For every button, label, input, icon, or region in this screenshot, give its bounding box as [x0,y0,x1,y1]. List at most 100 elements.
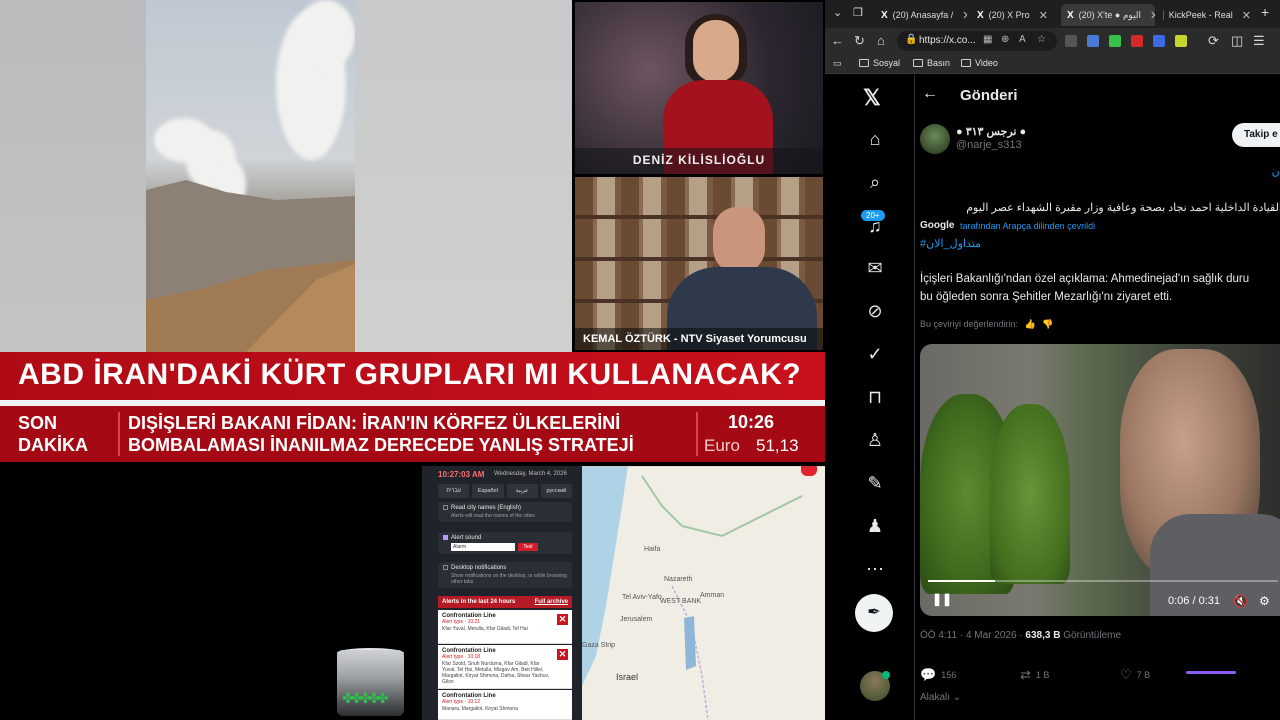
author-avatar[interactable] [920,124,950,154]
tab-anasayfa[interactable]: X (20) Anasayfa / ✕ [875,4,967,26]
grok-icon[interactable]: ⊘ [863,301,887,321]
settings-gear-icon[interactable]: ⚙ [1259,594,1270,608]
alert-sound-select[interactable]: Alarm [451,543,515,552]
compose-post-button[interactable]: ✒ [855,594,893,632]
close-icon[interactable]: ✕ [1150,9,1155,22]
checkbox-icon[interactable] [443,565,448,570]
extension-icon[interactable] [1109,35,1121,47]
post-video[interactable]: ❚❚ 0:06 / 0:31 🔇 ⚙ [920,344,1280,616]
split-screen-icon[interactable]: ◫ [1231,33,1243,49]
guest-name: KEMAL ÖZTÜRK - NTV Siyaset Yorumcusu [575,328,823,350]
extension-icon[interactable] [1087,35,1099,47]
lang-russian[interactable]: русский [540,484,572,498]
video-progress-bar[interactable] [928,580,1278,582]
close-icon[interactable]: ✕ [1242,9,1251,22]
read-aloud-icon[interactable]: A [1019,34,1026,45]
like-button[interactable]: ♡ 7 B [1120,667,1150,683]
lang-arabic[interactable]: عربية [506,484,538,498]
close-icon[interactable]: ✕ [962,9,967,22]
zoom-icon[interactable]: ⊕ [1001,34,1009,45]
related-dropdown[interactable]: Alakalı ⌄ [920,692,961,703]
bookmark-video[interactable]: Video [961,58,998,68]
pause-icon[interactable]: ❚❚ [932,592,952,606]
more-icon[interactable]: ⋯ [863,559,887,579]
checkbox-icon[interactable] [443,505,448,510]
profile-icon[interactable]: ♟ [863,516,887,536]
author-name[interactable]: ● نرجس ٣١٣ ● [956,125,1026,138]
translation-note[interactable]: tarafından Arapça dilinden çevrildi [960,221,1095,231]
option-read-city-names[interactable]: Read city names (English) Alerts will re… [438,502,572,523]
accent-bar [1186,671,1236,674]
reload-icon[interactable]: ↻ [854,33,865,49]
home-icon[interactable]: ⌂ [863,129,887,149]
browser-window: ⌄ ❐ X (20) Anasayfa / ✕ X (20) X Pro ✕ X… [825,0,1280,720]
browser-toolbar: ← ↻ ⌂ 🔒 https://x.co... ▦ ⊕ A ☆ ⟳ ◫ ☰ [825,28,1280,54]
close-icon[interactable]: ✕ [557,649,568,660]
bookmark-sosyal[interactable]: Sosyal [859,58,900,68]
address-bar[interactable]: 🔒 https://x.co... ▦ ⊕ A ☆ [897,31,1057,51]
alert-item[interactable]: Confrontation Line Alert type · 10:18 Kf… [438,645,572,689]
verified-icon[interactable]: ✓ [863,344,887,364]
bookmark-app-icon[interactable]: ▭ [833,58,842,69]
option-desktop-notifications[interactable]: Desktop notifications Show notifications… [438,562,572,589]
tab-x-pro[interactable]: X (20) X Pro ✕ [971,4,1063,26]
close-icon[interactable]: ✕ [1039,9,1048,22]
hashtag-link[interactable]: #متداول_الان [920,237,981,250]
post-detail: ← Gönderi ● نرجس ٣١٣ ● @narje_s313 Takip… [916,75,1280,720]
author-handle[interactable]: @narje_s313 [956,139,1022,151]
translate-icon[interactable] [1153,35,1165,47]
x-page: 𝕏 ⌂ ⌕ 20+ ♫ ✉ ⊘ ✓ ⊓ ♙ ✎ ♟ ⋯ ✒ ← Gönderi [825,75,1280,720]
translated-text-line: İçişleri Bakanlığı'ndan özel açıklama: A… [920,273,1250,285]
option-alert-sound[interactable]: Alert sound Alarm Test [438,532,572,555]
bookmarks-icon[interactable]: ⊓ [863,387,887,407]
folder-icon [961,59,971,67]
google-label: Google [920,220,955,231]
hashtag-link[interactable]: لان [1272,165,1280,178]
workspaces-icon[interactable]: ❐ [853,6,863,19]
jobs-icon[interactable]: ♙ [863,430,887,450]
alert-map[interactable]: Haifa Nazareth Tel Aviv-Yafo Jerusalem W… [582,466,825,720]
repost-icon: ⇄ [1020,667,1031,682]
x-logo-icon: X [881,9,888,21]
extension-icon[interactable] [1131,35,1143,47]
full-archive-link[interactable]: Full archive [535,596,568,608]
mute-icon[interactable]: 🔇 [1233,594,1248,608]
reader-icon[interactable]: ▦ [983,34,992,45]
close-icon[interactable]: ✕ [557,614,568,625]
tab-x-post[interactable]: X (20) X'te ● اليوم ✕ [1061,4,1155,26]
lang-hebrew[interactable]: עברית [438,484,470,498]
thumbs-down-icon[interactable]: 👎 [1042,319,1053,329]
home-icon[interactable]: ⌂ [877,33,885,48]
tab-kickpeek[interactable]: KickPeek - Real ✕ [1157,4,1257,26]
news-footage [0,0,572,352]
checkbox-checked-icon[interactable] [443,535,448,540]
view-count: 638,3 B [1025,630,1061,641]
thumbs-up-icon[interactable]: 👍 [1025,319,1036,329]
map-label: Jerusalem [620,616,653,623]
articles-icon[interactable]: ✎ [863,473,887,493]
messages-icon[interactable]: ✉ [863,258,887,278]
guest-video: KEMAL ÖZTÜRK - NTV Siyaset Yorumcusu [575,177,823,350]
x-logo-icon: X [1067,9,1074,21]
notifications-bell-icon[interactable]: ♫ [863,216,887,236]
back-icon[interactable]: ← [831,33,844,48]
favorite-star-icon[interactable]: ☆ [1037,34,1046,45]
extension-icon[interactable] [1065,35,1077,47]
alert-item[interactable]: Confrontation Line Alert type · 10:21 Kf… [438,610,572,644]
favorites-icon[interactable]: ☰ [1253,33,1265,49]
bookmark-basin[interactable]: Basın [913,58,950,68]
tab-list-icon[interactable]: ⌄ [833,6,842,19]
new-tab-icon[interactable]: + [1261,4,1269,20]
search-icon[interactable]: ⌕ [863,172,887,192]
extensions-puzzle-icon[interactable]: ⟳ [1208,33,1219,49]
follow-button[interactable]: Takip e [1232,123,1280,147]
reply-button[interactable]: 💬 156 [920,667,956,683]
lang-spanish[interactable]: Español [472,484,504,498]
alert-item[interactable]: Confrontation Line Alert type · 10:12 Ma… [438,690,572,720]
x-logo-icon[interactable]: 𝕏 [863,85,881,111]
back-arrow-icon[interactable]: ← [922,85,938,103]
repost-button[interactable]: ⇄ 1 B [1020,667,1049,683]
alerts-panel: 10:27:03 AM Wednesday, March 4, 2026 עבר… [422,466,582,720]
extension-icon[interactable] [1175,35,1187,47]
test-sound-button[interactable]: Test [518,543,538,552]
